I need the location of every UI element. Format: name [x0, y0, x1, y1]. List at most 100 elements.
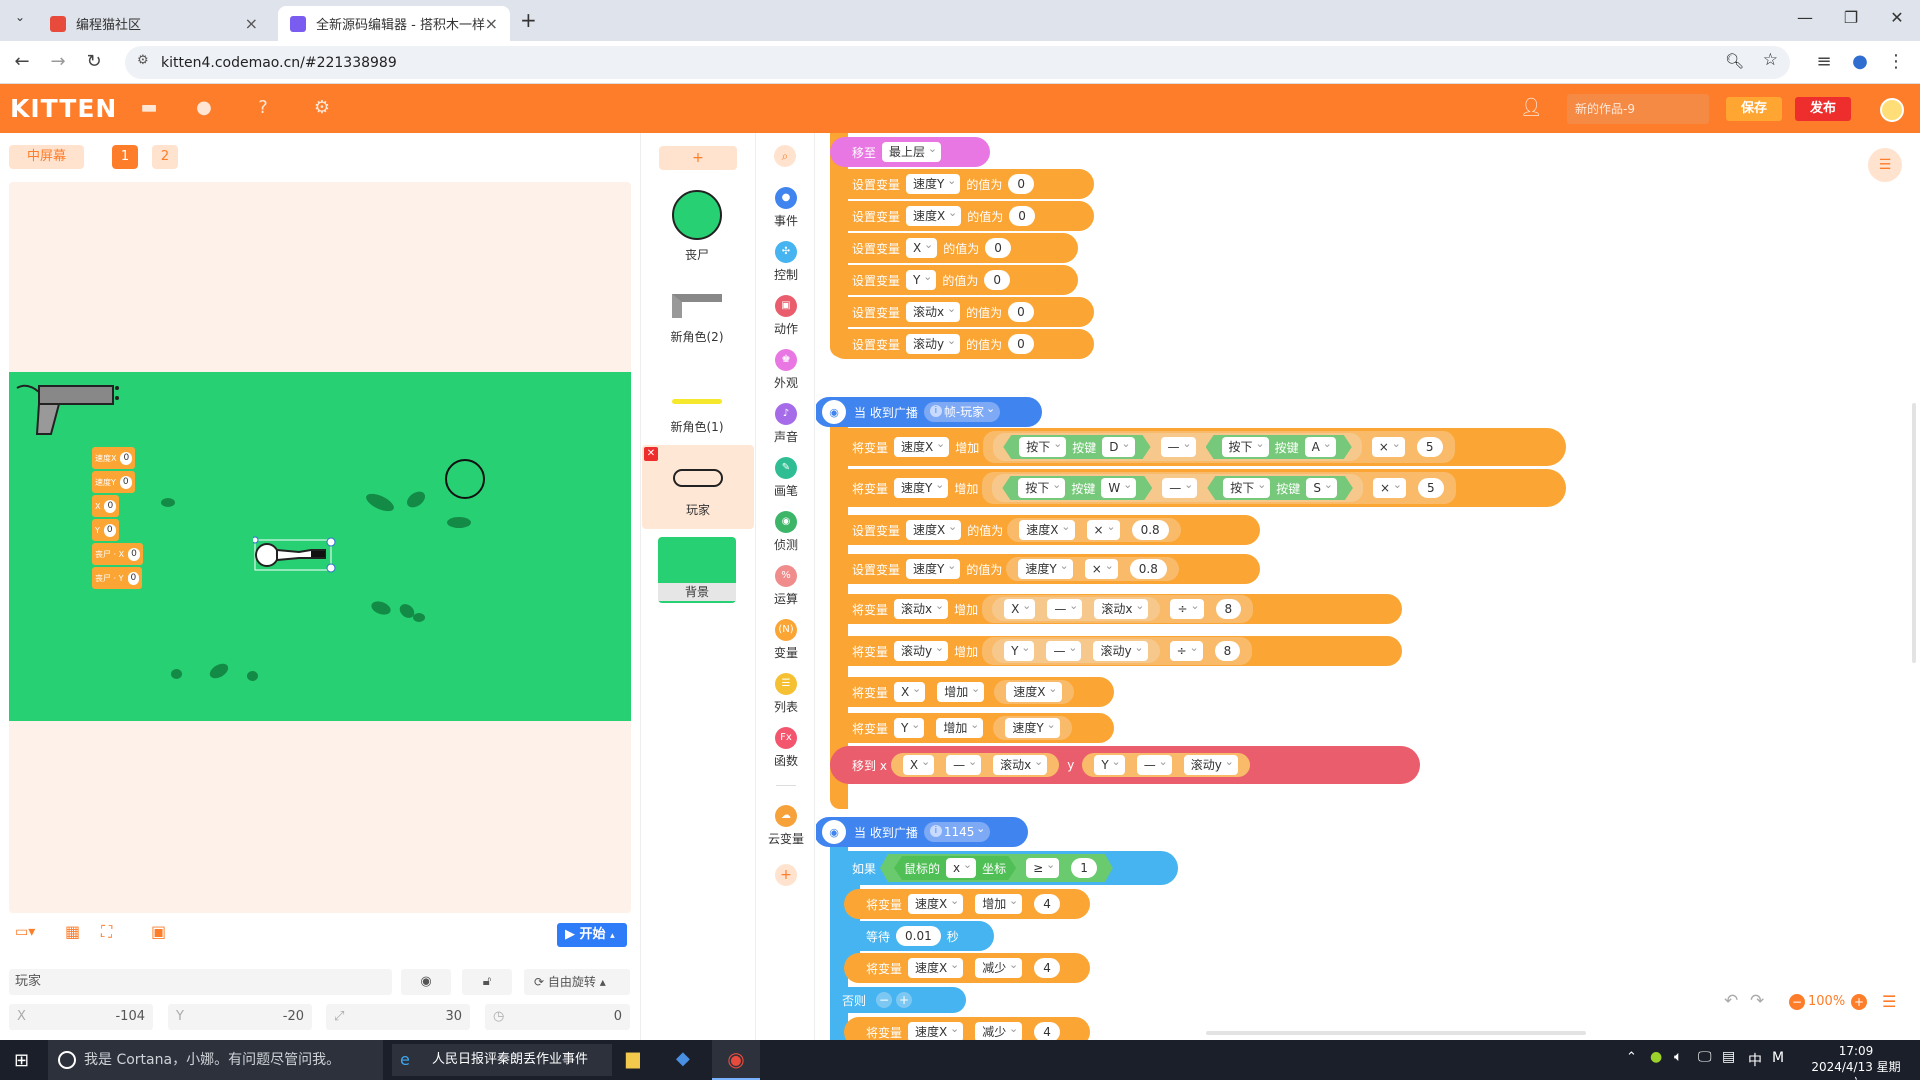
sprite-name-input[interactable]: 玩家 — [9, 969, 392, 995]
notification-icon[interactable]: ▤ — [1722, 1049, 1735, 1065]
else-block[interactable]: 否则 − + — [830, 987, 966, 1013]
category-sound[interactable]: ♪ 声音 — [756, 403, 816, 445]
lock-icon[interactable]: 🔓︎ — [462, 969, 512, 995]
zoom-icon[interactable]: 🔍︎ — [1725, 52, 1744, 70]
media-control-icon[interactable]: ≡ — [1812, 51, 1836, 72]
category-cloud-variables[interactable]: ☁ 云变量 — [756, 805, 816, 847]
publish-button[interactable]: 发布 — [1795, 97, 1851, 121]
change-var-block[interactable]: 将变量滚动x增加 X—滚动x÷8 — [830, 594, 1402, 624]
settings-gear-icon[interactable]: ⚙ — [311, 97, 333, 119]
category-control[interactable]: ✣ 控制 — [756, 241, 816, 283]
add-extension-icon[interactable]: + — [775, 864, 797, 886]
visibility-eye-icon[interactable]: ◉ — [401, 969, 451, 995]
gun-sprite[interactable] — [13, 382, 123, 442]
grid-icon[interactable]: ▦ — [65, 922, 80, 941]
tab-codemao-community[interactable]: 编程猫社区 × — [38, 6, 270, 41]
page-tab-2[interactable]: 2 — [152, 145, 178, 169]
add-branch-icon[interactable]: + — [896, 992, 913, 1008]
hat-icon[interactable]: ● — [193, 97, 215, 119]
category-functions[interactable]: Fx 函数 — [756, 727, 816, 769]
key-pressed-block[interactable]: 按下按键A — [1206, 435, 1352, 459]
when-receive-broadcast-hat[interactable]: ◉ 当 收到广播帧-玩家 — [816, 397, 1042, 427]
block-workspace[interactable]: 移至最上层 设置变量速度Y的值为0 设置变量速度X的值为0 设置变量X的值为0 … — [816, 133, 1920, 1040]
var-monitor[interactable]: 速度Y 0 — [92, 471, 135, 493]
category-event[interactable]: ● 事件 — [756, 187, 816, 229]
y-field[interactable]: Y -20 — [168, 1004, 312, 1030]
vertical-scrollbar[interactable] — [1912, 403, 1916, 663]
tray-chevron-icon[interactable]: ⌃ — [1626, 1050, 1637, 1065]
minimize-icon[interactable]: — — [1785, 8, 1825, 27]
save-button[interactable]: 保存 — [1726, 97, 1782, 121]
set-var-block[interactable]: 设置变量滚动y的值为0 — [830, 329, 1094, 359]
screen-size-button[interactable]: 中屏幕 — [9, 145, 84, 169]
key-pressed-block[interactable]: 按下按键D — [1003, 435, 1150, 459]
sprite-item-bullet[interactable]: 新角色(1) — [658, 365, 736, 449]
change-var-block[interactable]: 将变量速度X减少4 — [844, 953, 1090, 983]
category-motion[interactable]: ▣ 动作 — [756, 295, 816, 337]
change-var-block[interactable]: 将变量滚动y增加 Y—滚动y÷8 — [830, 636, 1402, 666]
category-lists[interactable]: ☰ 列表 — [756, 673, 816, 715]
var-monitor[interactable]: 速度X 0 — [92, 447, 136, 469]
category-variables[interactable]: (N) 变量 — [756, 619, 816, 661]
search-icon[interactable]: ⌕ — [774, 145, 796, 167]
system-clock[interactable]: 17:09 2024/4/13 星期六 — [1806, 1043, 1906, 1091]
camera-icon[interactable]: ▭▾ — [15, 924, 35, 940]
set-var-block[interactable]: 设置变量滚动x的值为0 — [830, 297, 1094, 327]
avatar[interactable] — [1880, 98, 1904, 122]
change-var-block[interactable]: 将变量X增加速度X — [830, 677, 1114, 707]
stage-canvas[interactable]: 速度X 0 速度Y 0 X0 Y0 丧尸 · X0 丧尸 · Y0 — [9, 182, 631, 913]
browser-menu-icon[interactable]: ⋮ — [1884, 51, 1908, 72]
set-var-block[interactable]: 设置变量速度X的值为0 — [830, 201, 1094, 231]
background-item[interactable]: 背景 — [658, 537, 736, 603]
category-sensing[interactable]: ◉ 侦测 — [756, 511, 816, 553]
change-var-block[interactable]: 将变量速度X增加4 — [844, 889, 1090, 919]
sprite-item-gun[interactable]: 新角色(2) — [658, 278, 736, 362]
change-var-block[interactable]: 将变量速度Y增加 按下按键W — 按下按键S ×5 — [830, 469, 1566, 507]
toolbox-toggle-icon[interactable]: ☰ — [1868, 148, 1902, 182]
tray-app-icon[interactable]: ● — [1650, 1049, 1662, 1065]
sprite-item-player[interactable]: ✕ 玩家 — [642, 445, 754, 529]
ime-indicator[interactable]: 中 — [1748, 1050, 1762, 1070]
category-pen[interactable]: ✎ 画笔 — [756, 457, 816, 499]
network-icon[interactable]: 🖵︎ — [1698, 1049, 1712, 1065]
when-receive-broadcast-hat[interactable]: ◉ 当 收到广播1145 — [816, 817, 1028, 847]
change-var-block[interactable]: 将变量速度X增加 按下按键D — 按下按键A ×5 — [830, 428, 1566, 466]
set-var-block[interactable]: 设置变量X的值为0 — [830, 233, 1078, 263]
start-button[interactable]: ▶ 开始 ▴ — [557, 923, 627, 947]
move-to-xy-block[interactable]: 移到 x X—滚动x y Y—滚动y — [830, 746, 1420, 784]
new-tab-plus-icon[interactable]: + — [520, 8, 537, 32]
help-icon[interactable]: ? — [252, 97, 274, 119]
zoom-in-icon[interactable]: + — [1851, 994, 1867, 1010]
tab-kitten-editor[interactable]: 全新源码编辑器 - 搭积木一样学 × — [278, 6, 510, 41]
project-name-input[interactable]: 新的作品-9 — [1567, 94, 1709, 124]
kitten-logo[interactable]: KITTEN — [10, 94, 117, 123]
page-tab-1[interactable]: 1 — [112, 145, 138, 169]
volume-icon[interactable]: 🔈︎ — [1674, 1049, 1682, 1065]
delete-sprite-icon[interactable]: ✕ — [644, 447, 658, 461]
move-to-layer-block[interactable]: 移至 最上层 — [830, 137, 990, 167]
zombie-sprite[interactable] — [445, 459, 485, 499]
key-pressed-block[interactable]: 按下按键S — [1207, 476, 1353, 500]
if-else-block[interactable]: 如果 鼠标的x坐标 ≥1 — [830, 851, 1178, 885]
back-arrow-icon[interactable]: ← — [10, 51, 34, 72]
add-collaborator-icon[interactable]: 👤︎ — [1520, 97, 1543, 119]
set-var-block[interactable]: 设置变量速度X的值为 速度X×0.8 — [830, 515, 1260, 545]
mouse-coord-block[interactable]: 鼠标的x坐标 — [894, 856, 1016, 880]
var-monitor[interactable]: Y0 — [92, 519, 119, 541]
restore-icon[interactable]: ❐ — [1831, 8, 1871, 27]
profile-icon[interactable]: ● — [1848, 51, 1872, 72]
cortana-search-box[interactable]: 我是 Cortana，小娜。有问题尽管问我。 — [48, 1040, 383, 1080]
set-var-block[interactable]: 设置变量速度Y的值为0 — [830, 169, 1094, 199]
var-monitor[interactable]: X0 — [92, 495, 120, 517]
category-operators[interactable]: % 运算 — [756, 565, 816, 607]
var-monitor[interactable]: 丧尸 · X0 — [92, 543, 143, 565]
forward-arrow-icon[interactable]: → — [46, 51, 70, 72]
url-input[interactable]: ⚙ kitten4.codemao.cn/#221338989 🔍︎ ☆ — [125, 46, 1790, 79]
undo-icon[interactable]: ↶ — [1724, 991, 1738, 1011]
add-sprite-button[interactable]: + — [659, 146, 737, 170]
wait-block[interactable]: 等待 0.01 秒 — [844, 921, 994, 951]
windows-start-icon[interactable]: ⊞ — [14, 1050, 29, 1071]
set-var-block[interactable]: 设置变量Y的值为0 — [830, 265, 1078, 295]
x-field[interactable]: X -104 — [9, 1004, 153, 1030]
rotation-mode-select[interactable]: ⟳ 自由旋转 ▴ — [524, 969, 630, 995]
